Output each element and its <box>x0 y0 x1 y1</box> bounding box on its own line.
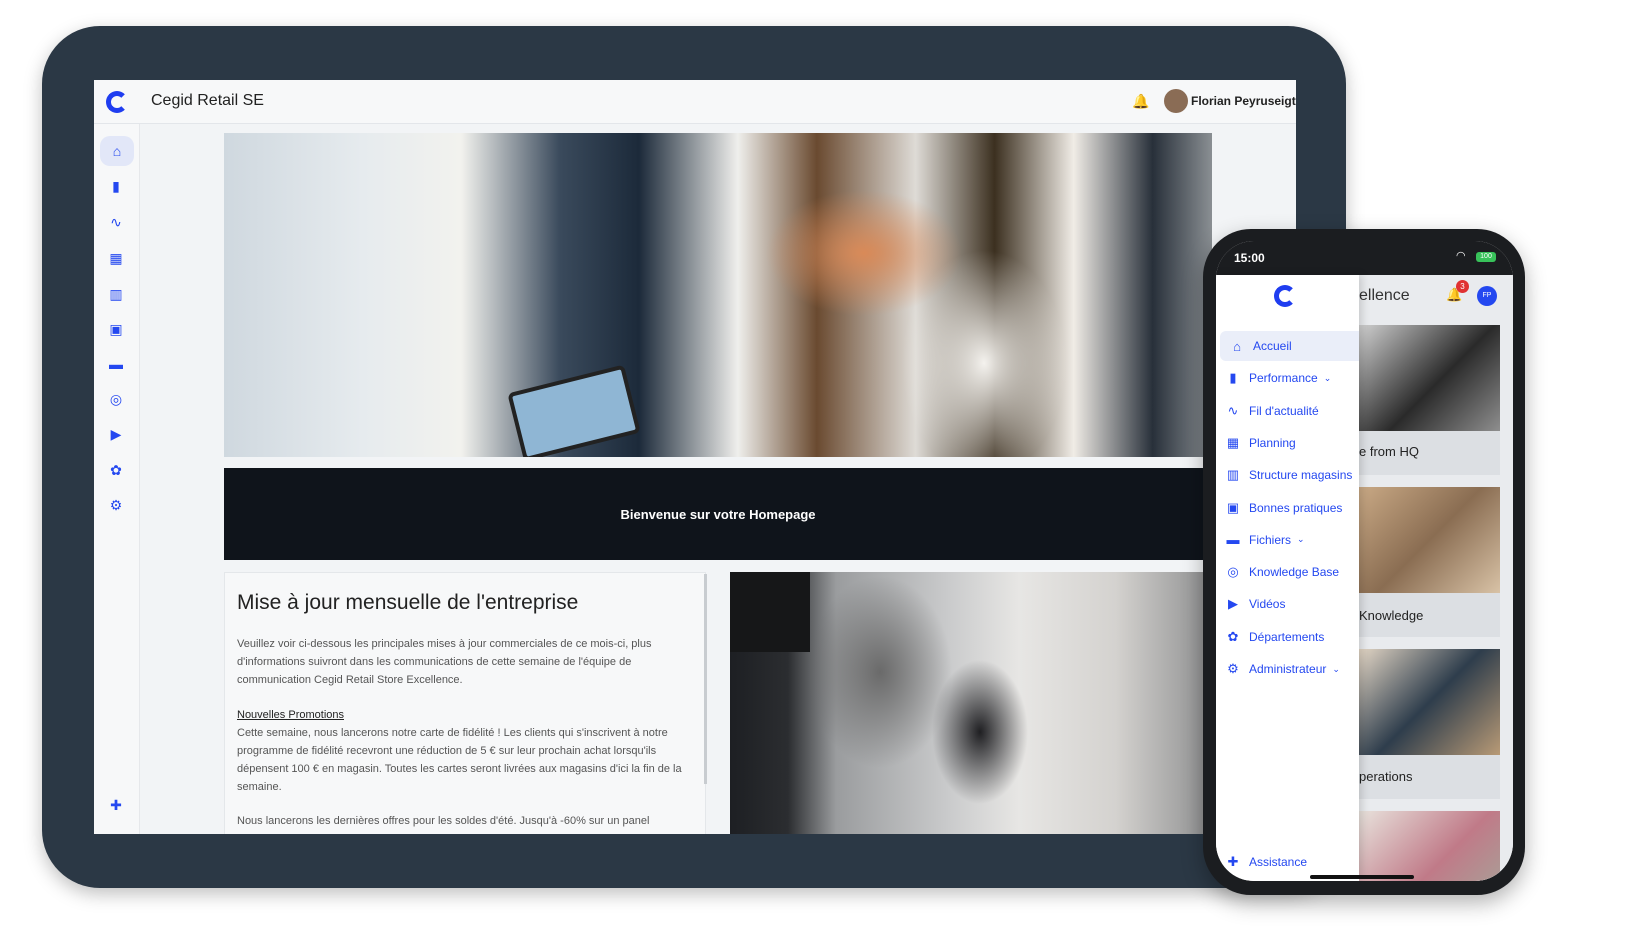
store-poster <box>730 572 810 652</box>
card-section-title[interactable]: Nouvelles Promotions <box>237 706 697 724</box>
battery-icon: 100 <box>1476 252 1496 262</box>
menu-item-structure-magasins[interactable]: ▥ Structure magasins <box>1216 460 1359 490</box>
help-icon: ✚ <box>1227 854 1239 869</box>
calendar-icon[interactable]: ▦ <box>106 248 126 268</box>
menu-item-performance[interactable]: ▮ Performance ⌄ <box>1216 363 1359 393</box>
calendar-icon: ▦ <box>1226 434 1240 450</box>
activity-icon: ∿ <box>1227 402 1239 418</box>
home-indicator <box>1310 875 1414 879</box>
tile-image <box>1359 487 1500 593</box>
departments-icon[interactable]: ✿ <box>106 460 126 480</box>
sidebar: ⌂ ▮ ∿ ▦ ▥ ▣ ▬ ◎ ▶ ✿ ⚙ ✚ <box>94 124 140 834</box>
menu-item-bonnes-pratiques[interactable]: ▣ Bonnes pratiques <box>1216 493 1359 523</box>
phone-screen: 15:00 ◠ 100 ellence 🔔 3 FP e from HQ Kno… <box>1216 241 1513 881</box>
app-title: Cegid Retail SE <box>151 92 264 109</box>
notification-badge: 3 <box>1456 280 1469 293</box>
map-icon[interactable]: ▥ <box>106 284 126 304</box>
background-page: ellence 🔔 3 FP e from HQ Knowledge perat… <box>1359 275 1513 881</box>
knowledge-icon: ◎ <box>1227 564 1239 580</box>
status-bar: 15:00 ◠ 100 <box>1216 241 1513 275</box>
menu-item-fichiers[interactable]: ▬ Fichiers ⌄ <box>1216 525 1359 555</box>
hero-tablet-detail <box>507 364 641 457</box>
card-next-paragraph: Nous lancerons les dernières offres pour… <box>237 815 650 827</box>
chevron-down-icon[interactable]: ⌄ <box>1324 373 1332 384</box>
welcome-banner: Bienvenue sur votre Homepage <box>224 468 1212 560</box>
stage: Cegid Retail SE 🔔 Florian Peyruseigt ⌂ ▮… <box>0 0 1626 951</box>
tile-label: perations <box>1359 769 1413 784</box>
wifi-icon: ◠ <box>1456 250 1466 262</box>
background-page-title: ellence <box>1359 287 1410 304</box>
store-photo <box>730 572 1212 834</box>
menu-item-label: Vidéos <box>1249 597 1286 612</box>
menu-item-label: Assistance <box>1249 855 1308 869</box>
top-bar: Cegid Retail SE 🔔 Florian Peyruseigt <box>94 80 1296 124</box>
news-card: Mise à jour mensuelle de l'entreprise Ve… <box>224 572 706 834</box>
home-icon[interactable]: ⌂ <box>100 136 134 166</box>
avatar[interactable] <box>1164 89 1188 113</box>
admin-icon[interactable]: ⚙ <box>106 495 126 515</box>
bar-chart-icon: ▮ <box>1229 370 1237 386</box>
avatar[interactable]: FP <box>1477 286 1497 306</box>
folder-icon[interactable]: ▬ <box>106 354 126 374</box>
image-icon[interactable]: ▣ <box>106 319 126 339</box>
tile-knowledge[interactable]: Knowledge <box>1359 487 1500 637</box>
menu-item-label: Performance <box>1249 371 1318 386</box>
menu-item-label: Planning <box>1249 435 1296 450</box>
bar-chart-icon[interactable]: ▮ <box>106 176 126 196</box>
chevron-down-icon[interactable]: ⌄ <box>1297 534 1305 545</box>
admin-icon: ⚙ <box>1227 661 1239 676</box>
tile-operations[interactable]: perations <box>1359 649 1500 799</box>
tile-label: Knowledge <box>1359 608 1424 623</box>
cegid-logo-icon <box>106 91 128 113</box>
video-icon: ▶ <box>1228 596 1238 612</box>
folder-icon: ▬ <box>1226 532 1240 548</box>
app-logo[interactable] <box>94 80 140 124</box>
menu-item-label: Administrateur <box>1249 662 1327 676</box>
tile-next[interactable] <box>1359 811 1500 881</box>
video-icon[interactable]: ▶ <box>106 424 126 444</box>
side-menu: ⌂ Accueil ▮ Performance ⌄ ∿ Fil d'actualité ▦ Pl… <box>1216 275 1359 881</box>
menu-item-label: Fil d'actualité <box>1249 403 1319 418</box>
tile-image <box>1359 325 1500 431</box>
menu-item-label: Bonnes pratiques <box>1249 500 1343 515</box>
map-icon: ▥ <box>1226 467 1240 483</box>
menu-item-d-partements[interactable]: ✿ Départements <box>1216 622 1359 652</box>
hero-image <box>224 133 1212 457</box>
chevron-down-icon[interactable]: ⌄ <box>1332 664 1340 675</box>
menu-item-knowledge-base[interactable]: ◎ Knowledge Base <box>1216 557 1359 587</box>
menu-item-label: Structure magasins <box>1249 468 1353 483</box>
cegid-logo-icon[interactable] <box>1274 285 1296 307</box>
user-name[interactable]: Florian Peyruseigt <box>1191 94 1296 108</box>
card-intro: Veuillez voir ci-dessous les principales… <box>237 638 652 686</box>
status-time: 15:00 <box>1234 251 1265 265</box>
menu-item-fil-d-actualit-[interactable]: ∿ Fil d'actualité <box>1216 396 1359 426</box>
help-icon[interactable]: ✚ <box>106 795 126 815</box>
knowledge-icon[interactable]: ◎ <box>106 389 126 409</box>
tile-image <box>1359 649 1500 755</box>
menu-item-accueil[interactable]: ⌂ Accueil <box>1220 331 1359 361</box>
menu-item-assistance[interactable]: ✚ Assistance <box>1216 847 1359 877</box>
image-icon: ▣ <box>1226 499 1240 515</box>
menu-item-label: Knowledge Base <box>1249 565 1340 580</box>
menu-item-label: Accueil <box>1253 339 1292 353</box>
activity-icon[interactable]: ∿ <box>106 212 126 232</box>
departments-icon: ✿ <box>1227 628 1239 644</box>
card-title: Mise à jour mensuelle de l'entreprise <box>237 591 579 614</box>
tablet-screen: Cegid Retail SE 🔔 Florian Peyruseigt ⌂ ▮… <box>94 80 1296 834</box>
card-section-body: Cette semaine, nous lancerons notre cart… <box>237 727 682 793</box>
menu-item-administrateur[interactable]: ⚙ Administrateur ⌄ <box>1216 654 1359 684</box>
tile-image <box>1359 811 1500 881</box>
tile-label: e from HQ <box>1359 444 1419 459</box>
menu-item-vid-os[interactable]: ▶ Vidéos <box>1216 589 1359 619</box>
menu-item-planning[interactable]: ▦ Planning <box>1216 428 1359 458</box>
menu-item-label: Départements <box>1249 629 1325 644</box>
bell-icon[interactable]: 🔔 <box>1132 93 1149 110</box>
card-scrollbar[interactable] <box>704 574 707 784</box>
welcome-text: Bienvenue sur votre Homepage <box>620 506 816 522</box>
tile-hq[interactable]: e from HQ <box>1359 325 1500 475</box>
menu-item-label: Fichiers <box>1249 532 1292 547</box>
home-icon: ⌂ <box>1233 338 1241 354</box>
